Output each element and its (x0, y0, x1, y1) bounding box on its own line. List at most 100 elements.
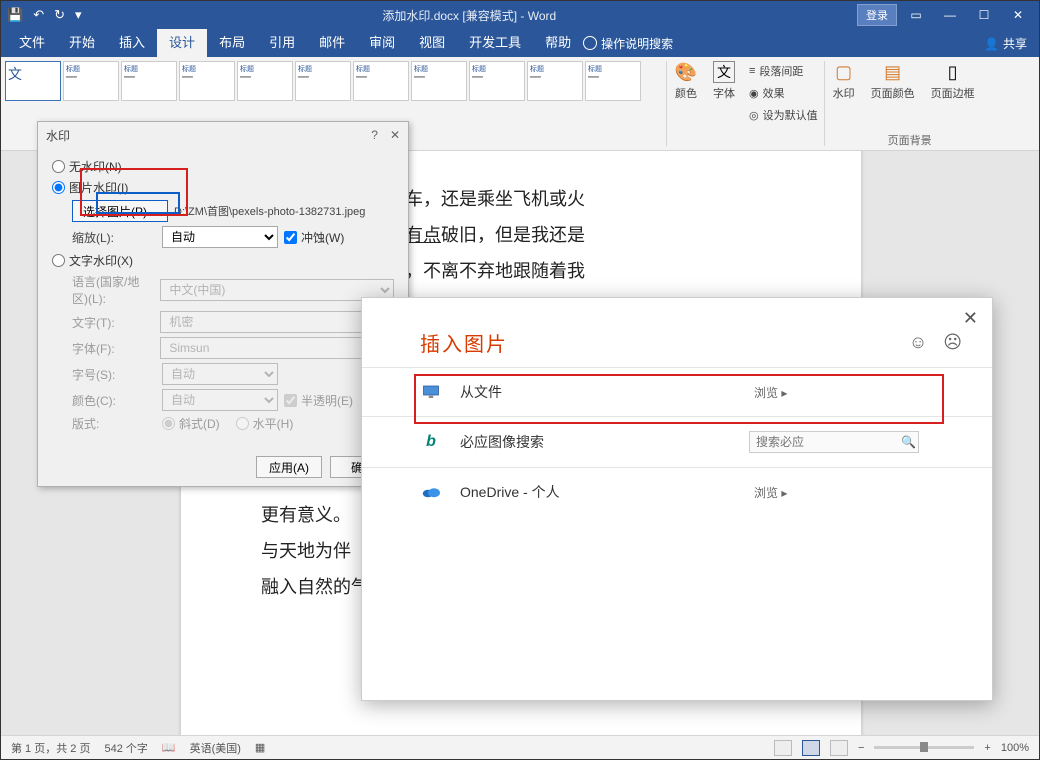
tab-review[interactable]: 审阅 (357, 29, 407, 57)
paragraph-spacing-button[interactable]: ≡段落间距 (749, 61, 818, 81)
color-select: 自动 (162, 389, 278, 411)
dialog-title: 插入图片 (420, 328, 508, 357)
option-onedrive[interactable]: OneDrive - 个人 浏览 ▸ (362, 467, 992, 516)
zoom-out-button[interactable]: − (858, 742, 864, 754)
tab-insert[interactable]: 插入 (107, 29, 157, 57)
spacing-icon: ≡ (749, 65, 755, 77)
page-borders-icon: ▯ (942, 61, 964, 83)
theme-thumb[interactable]: 标题━━━ (469, 61, 525, 101)
read-mode-button[interactable] (774, 740, 792, 756)
happy-face-icon[interactable]: ☺ (909, 332, 927, 353)
effects-button[interactable]: ◉效果 (749, 83, 818, 103)
theme-thumb[interactable]: 标题━━━ (179, 61, 235, 101)
word-count[interactable]: 542 个字 (104, 740, 147, 756)
search-icon[interactable]: 🔍 (901, 435, 916, 449)
radio-text-watermark[interactable]: 文字水印(X) (52, 252, 133, 269)
maximize-icon[interactable]: ☐ (969, 8, 999, 22)
bing-icon: b (420, 432, 442, 452)
language-select: 中文(中国) (160, 279, 394, 301)
tell-me[interactable]: 操作说明搜索 (583, 29, 673, 57)
tab-view[interactable]: 视图 (407, 29, 457, 57)
tab-mailings[interactable]: 邮件 (307, 29, 357, 57)
option-label: 必应图像搜索 (460, 432, 544, 452)
dialog-titlebar[interactable]: 水印 ? ✕ (38, 122, 408, 148)
tab-help[interactable]: 帮助 (533, 29, 583, 57)
ribbon-options-icon[interactable]: ▭ (901, 8, 931, 22)
tab-references[interactable]: 引用 (257, 29, 307, 57)
ribbon-tabs: 文件 开始 插入 设计 布局 引用 邮件 审阅 视图 开发工具 帮助 操作说明搜… (1, 29, 1039, 57)
help-icon[interactable]: ? (371, 128, 378, 142)
theme-thumb[interactable]: 标题━━━ (63, 61, 119, 101)
theme-thumb[interactable]: 标题━━━ (237, 61, 293, 101)
tab-file[interactable]: 文件 (7, 29, 57, 57)
close-icon[interactable]: ✕ (1003, 8, 1033, 22)
option-label: OneDrive - 个人 (460, 482, 560, 502)
window-title: 添加水印.docx [兼容模式] - Word (82, 7, 857, 24)
bulb-icon (583, 36, 597, 50)
browse-link[interactable]: 浏览 ▸ (754, 486, 787, 500)
spellcheck-icon[interactable]: 📖 (162, 741, 176, 754)
undo-icon[interactable]: ↶ (33, 7, 44, 23)
text-label: 文字(T): (72, 314, 154, 331)
watermark-dialog: 水印 ? ✕ 无水印(N) 图片水印(I) 选择图片(P)... D:\ZM\首… (37, 121, 409, 487)
effects-icon: ◉ (749, 87, 759, 100)
theme-thumb[interactable]: 标题━━━ (411, 61, 467, 101)
tab-design[interactable]: 设计 (157, 29, 207, 57)
colors-button[interactable]: 🎨 颜色 (667, 57, 705, 150)
tab-developer[interactable]: 开发工具 (457, 29, 533, 57)
size-select: 自动 (162, 363, 278, 385)
sad-face-icon[interactable]: ☹ (943, 332, 962, 353)
zoom-slider[interactable] (874, 746, 974, 749)
tutorial-highlight (414, 374, 944, 424)
radio-diagonal: 斜式(D) (162, 415, 220, 432)
fonts-button[interactable]: 文 字体 (705, 57, 743, 150)
radio-picture-watermark[interactable]: 图片水印(I) (52, 179, 128, 196)
share-button[interactable]: 👤共享 (984, 35, 1027, 52)
zoom-in-button[interactable]: + (984, 742, 990, 754)
theme-thumb[interactable]: 文 (5, 61, 61, 101)
fonts-icon: 文 (713, 61, 735, 83)
close-icon[interactable]: ✕ (390, 128, 400, 142)
redo-icon[interactable]: ↻ (54, 7, 65, 23)
theme-thumb[interactable]: 标题━━━ (527, 61, 583, 101)
scale-select[interactable]: 自动 (162, 226, 278, 248)
language-status[interactable]: 英语(美国) (190, 740, 241, 756)
theme-thumb[interactable]: 标题━━━ (295, 61, 351, 101)
theme-thumb[interactable]: 标题━━━ (121, 61, 177, 101)
language-label: 语言(国家/地区)(L): (72, 273, 154, 307)
bing-search-input[interactable] (749, 431, 919, 453)
macro-icon[interactable]: ▦ (255, 741, 265, 754)
tab-layout[interactable]: 布局 (207, 29, 257, 57)
theme-thumb[interactable]: 标题━━━ (353, 61, 409, 101)
page-color-icon: ▤ (882, 61, 904, 83)
web-layout-button[interactable] (830, 740, 848, 756)
color-label: 颜色(C): (72, 392, 156, 409)
scale-label: 缩放(L): (72, 229, 156, 246)
radio-no-watermark[interactable]: 无水印(N) (52, 158, 122, 175)
theme-thumb[interactable]: 标题━━━ (585, 61, 641, 101)
size-label: 字号(S): (72, 366, 156, 383)
print-layout-button[interactable] (802, 740, 820, 756)
font-select: Simsun (160, 337, 394, 359)
page-count[interactable]: 第 1 页，共 2 页 (11, 740, 90, 756)
minimize-icon[interactable]: — (935, 8, 965, 22)
watermark-icon: ▢ (833, 61, 855, 83)
zoom-level[interactable]: 100% (1001, 742, 1029, 754)
set-default-button[interactable]: ◎设为默认值 (749, 105, 818, 125)
title-bar: 💾 ↶ ↻ ▾ 添加水印.docx [兼容模式] - Word 登录 ▭ — ☐… (1, 1, 1039, 29)
save-icon[interactable]: 💾 (7, 7, 23, 23)
washout-checkbox[interactable]: 冲蚀(W) (284, 229, 344, 246)
picture-path: D:\ZM\首图\pexels-photo-1382731.jpeg (174, 203, 365, 219)
colors-icon: 🎨 (675, 61, 697, 83)
status-bar: 第 1 页，共 2 页 542 个字 📖 英语(美国) ▦ − + 100% (1, 735, 1039, 759)
text-select: 机密 (160, 311, 394, 333)
onedrive-icon (420, 482, 442, 502)
login-button[interactable]: 登录 (857, 4, 897, 26)
layout-label: 版式: (72, 415, 156, 432)
tab-home[interactable]: 开始 (57, 29, 107, 57)
insert-picture-dialog: ✕ 插入图片 ☺ ☹ 从文件 浏览 ▸ b 必应图像搜索 🔍 OneDrive … (361, 297, 993, 701)
group-label: 页面背景 (825, 132, 995, 148)
select-picture-button[interactable]: 选择图片(P)... (72, 200, 168, 222)
apply-button[interactable]: 应用(A) (256, 456, 322, 478)
close-icon[interactable]: ✕ (963, 308, 978, 329)
